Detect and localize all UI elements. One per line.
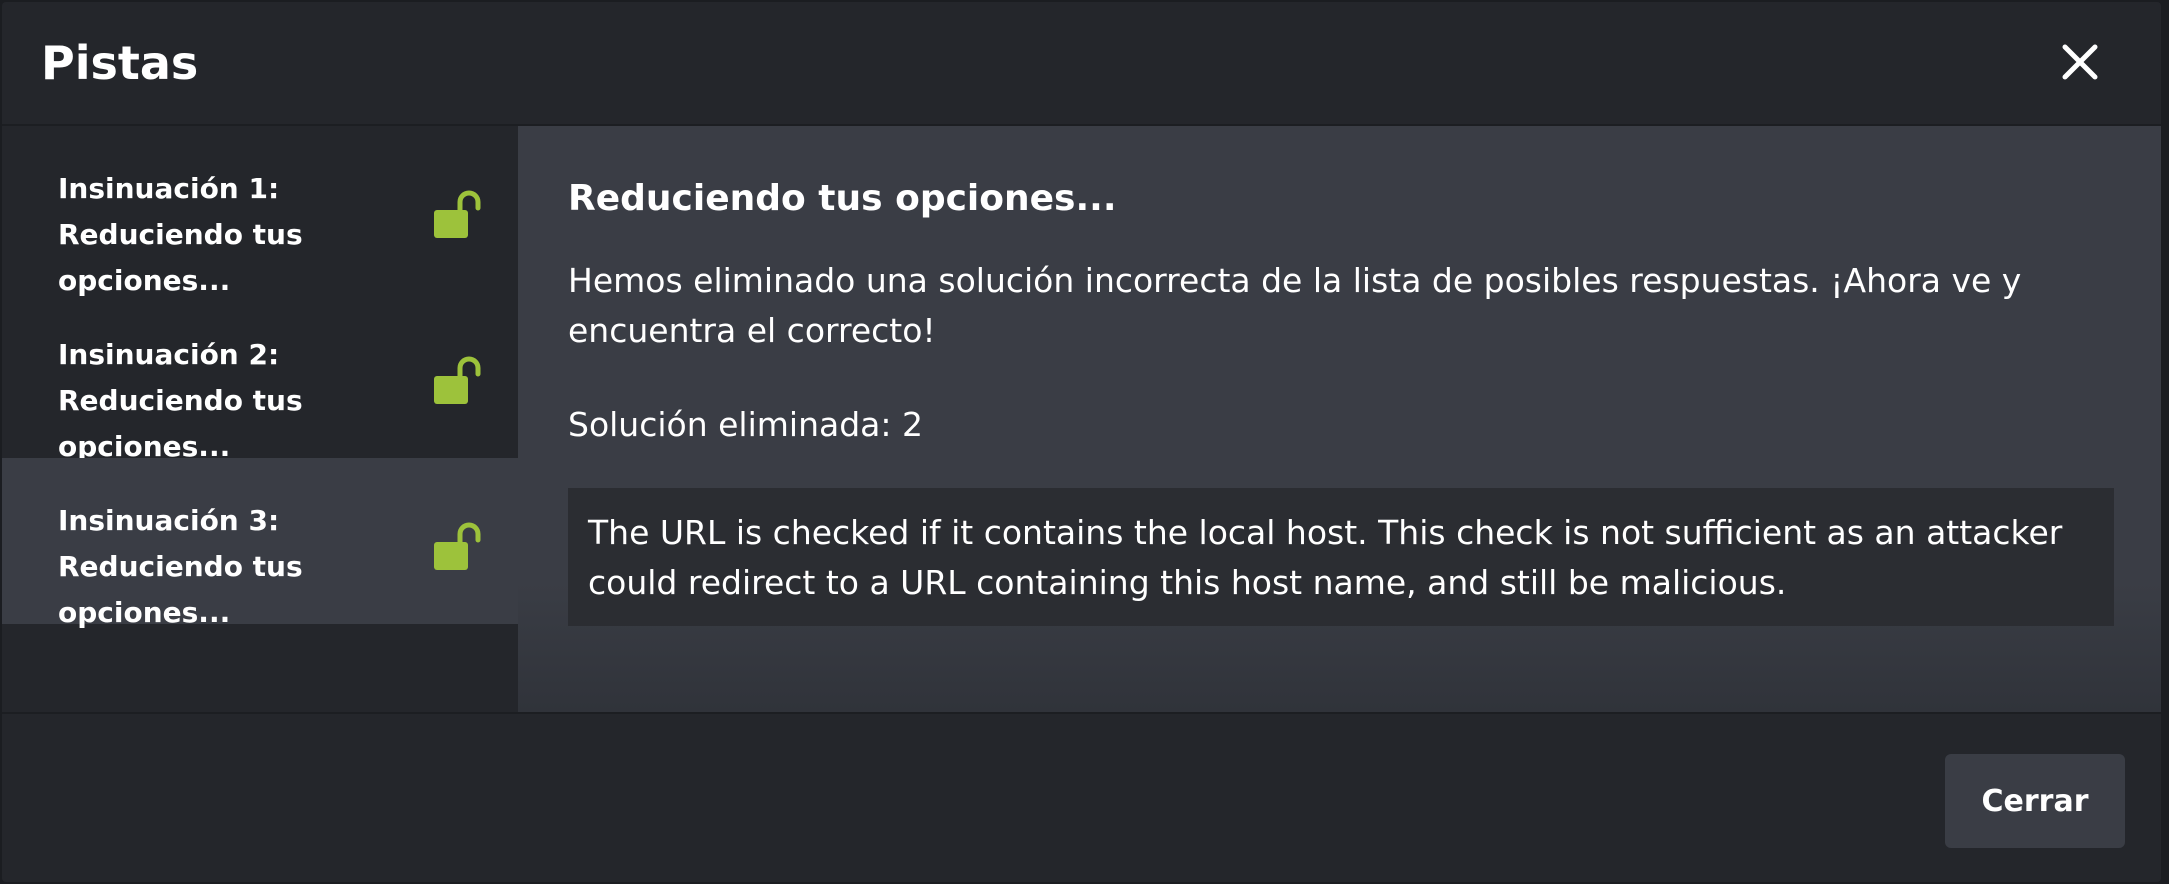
hints-sidebar: Insinuación 1: Reduciendo tus opciones..… xyxy=(2,126,518,712)
hint-detail-box: The URL is checked if it contains the lo… xyxy=(568,488,2114,626)
hint-label: Insinuación 3: Reduciendo tus opciones..… xyxy=(58,504,303,629)
hint-description: Hemos eliminado una solución incorrecta … xyxy=(568,261,2022,350)
modal-footer: Cerrar xyxy=(2,712,2161,882)
removed-solution-text: Solución eliminada: 2 xyxy=(568,405,923,444)
unlocked-lock-icon xyxy=(432,354,482,406)
hint-label: Insinuación 1: Reduciendo tus opciones..… xyxy=(58,172,303,297)
sidebar-item-hint-2[interactable]: Insinuación 2: Reduciendo tus opciones..… xyxy=(2,292,518,463)
hint-heading: Reduciendo tus opciones... xyxy=(568,178,1117,219)
close-button[interactable]: Cerrar xyxy=(1945,754,2125,848)
modal-body: Insinuación 1: Reduciendo tus opciones..… xyxy=(2,126,2161,712)
hint-content-panel: Reduciendo tus opciones... Hemos elimina… xyxy=(518,126,2161,712)
hints-modal: Pistas Insinuación 1: Reduciendo tus opc… xyxy=(2,2,2161,882)
sidebar-item-hint-3[interactable]: Insinuación 3: Reduciendo tus opciones..… xyxy=(2,458,518,629)
hint-label: Insinuación 2: Reduciendo tus opciones..… xyxy=(58,338,303,463)
modal-title: Pistas xyxy=(41,36,199,90)
sidebar-item-hint-1[interactable]: Insinuación 1: Reduciendo tus opciones..… xyxy=(2,126,518,297)
modal-header: Pistas xyxy=(2,2,2161,126)
close-icon[interactable] xyxy=(2058,40,2102,84)
unlocked-lock-icon xyxy=(432,188,482,240)
unlocked-lock-icon xyxy=(432,520,482,572)
